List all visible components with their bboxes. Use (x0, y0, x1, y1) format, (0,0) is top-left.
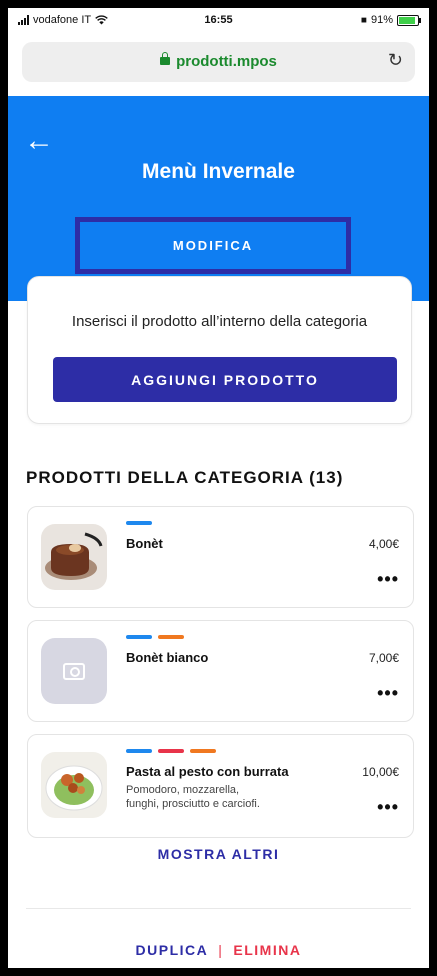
reload-icon[interactable]: ↻ (388, 50, 403, 71)
more-options-icon[interactable]: ••• (377, 797, 399, 818)
product-name: Bonèt (126, 536, 163, 551)
product-description: Pomodoro, mozzarella, funghi, prosciutto… (126, 783, 316, 811)
tag-marker (158, 749, 184, 753)
more-options-icon[interactable]: ••• (377, 683, 399, 704)
url-bar[interactable]: prodotti.mpos ↻ (22, 42, 415, 82)
product-name: Pasta al pesto con burrata (126, 764, 289, 779)
product-tags (126, 749, 216, 753)
products-section-title: PRODOTTI DELLA CATEGORIA (13) (26, 468, 344, 487)
tag-marker (126, 521, 152, 525)
more-options-icon[interactable]: ••• (377, 569, 399, 590)
separator: | (218, 942, 224, 958)
add-product-card: Inserisci il prodotto all’interno della … (27, 276, 412, 424)
tag-marker (126, 749, 152, 753)
back-arrow-icon[interactable]: ← (24, 126, 54, 156)
divider (26, 908, 411, 909)
product-card[interactable]: Bonèt 4,00€ ••• (27, 506, 414, 608)
battery-icon (397, 14, 421, 26)
add-product-hint: Inserisci il prodotto all’interno della … (71, 313, 368, 330)
tag-marker (190, 749, 216, 753)
product-card[interactable]: Pasta al pesto con burrata Pomodoro, moz… (27, 734, 414, 838)
product-name: Bonèt bianco (126, 650, 209, 665)
status-bar: vodafone IT 16:55 ■ 91% (8, 8, 429, 32)
product-tags (126, 521, 152, 525)
product-card[interactable]: Bonèt bianco 7,00€ ••• (27, 620, 414, 722)
product-price: 4,00€ (368, 537, 399, 551)
add-product-button[interactable]: AGGIUNGI PRODOTTO (53, 357, 397, 402)
product-price: 7,00€ (368, 651, 399, 665)
show-more-button[interactable]: MOSTRA ALTRI (8, 846, 429, 862)
bottom-actions: DUPLICA | ELIMINA (8, 942, 429, 958)
tag-marker (126, 635, 152, 639)
page-header: ← Menù Invernale MODIFICA (8, 96, 429, 301)
url-text: prodotti.mpos (176, 53, 277, 70)
phone-screen: vodafone IT 16:55 ■ 91% prodotti.mpos ↻ … (8, 8, 429, 968)
battery-level (399, 16, 415, 24)
alarm-icon: ■ (360, 14, 367, 26)
page-title: Menù Invernale (142, 160, 295, 183)
product-price: 10,00€ (362, 765, 399, 779)
tag-marker (158, 635, 184, 639)
product-image-bonet (41, 524, 107, 590)
battery-percent: 91% (370, 14, 393, 26)
lock-icon (160, 52, 171, 65)
duplicate-button[interactable]: DUPLICA (136, 942, 209, 958)
product-image-pasta (41, 752, 107, 818)
edit-button[interactable]: MODIFICA (80, 222, 346, 269)
description-line: funghi, prosciutto e carciofi. (126, 798, 260, 810)
delete-button[interactable]: ELIMINA (233, 942, 301, 958)
product-tags (126, 635, 184, 639)
camera-placeholder-icon (41, 638, 107, 704)
description-line: Pomodoro, mozzarella, (126, 784, 240, 796)
